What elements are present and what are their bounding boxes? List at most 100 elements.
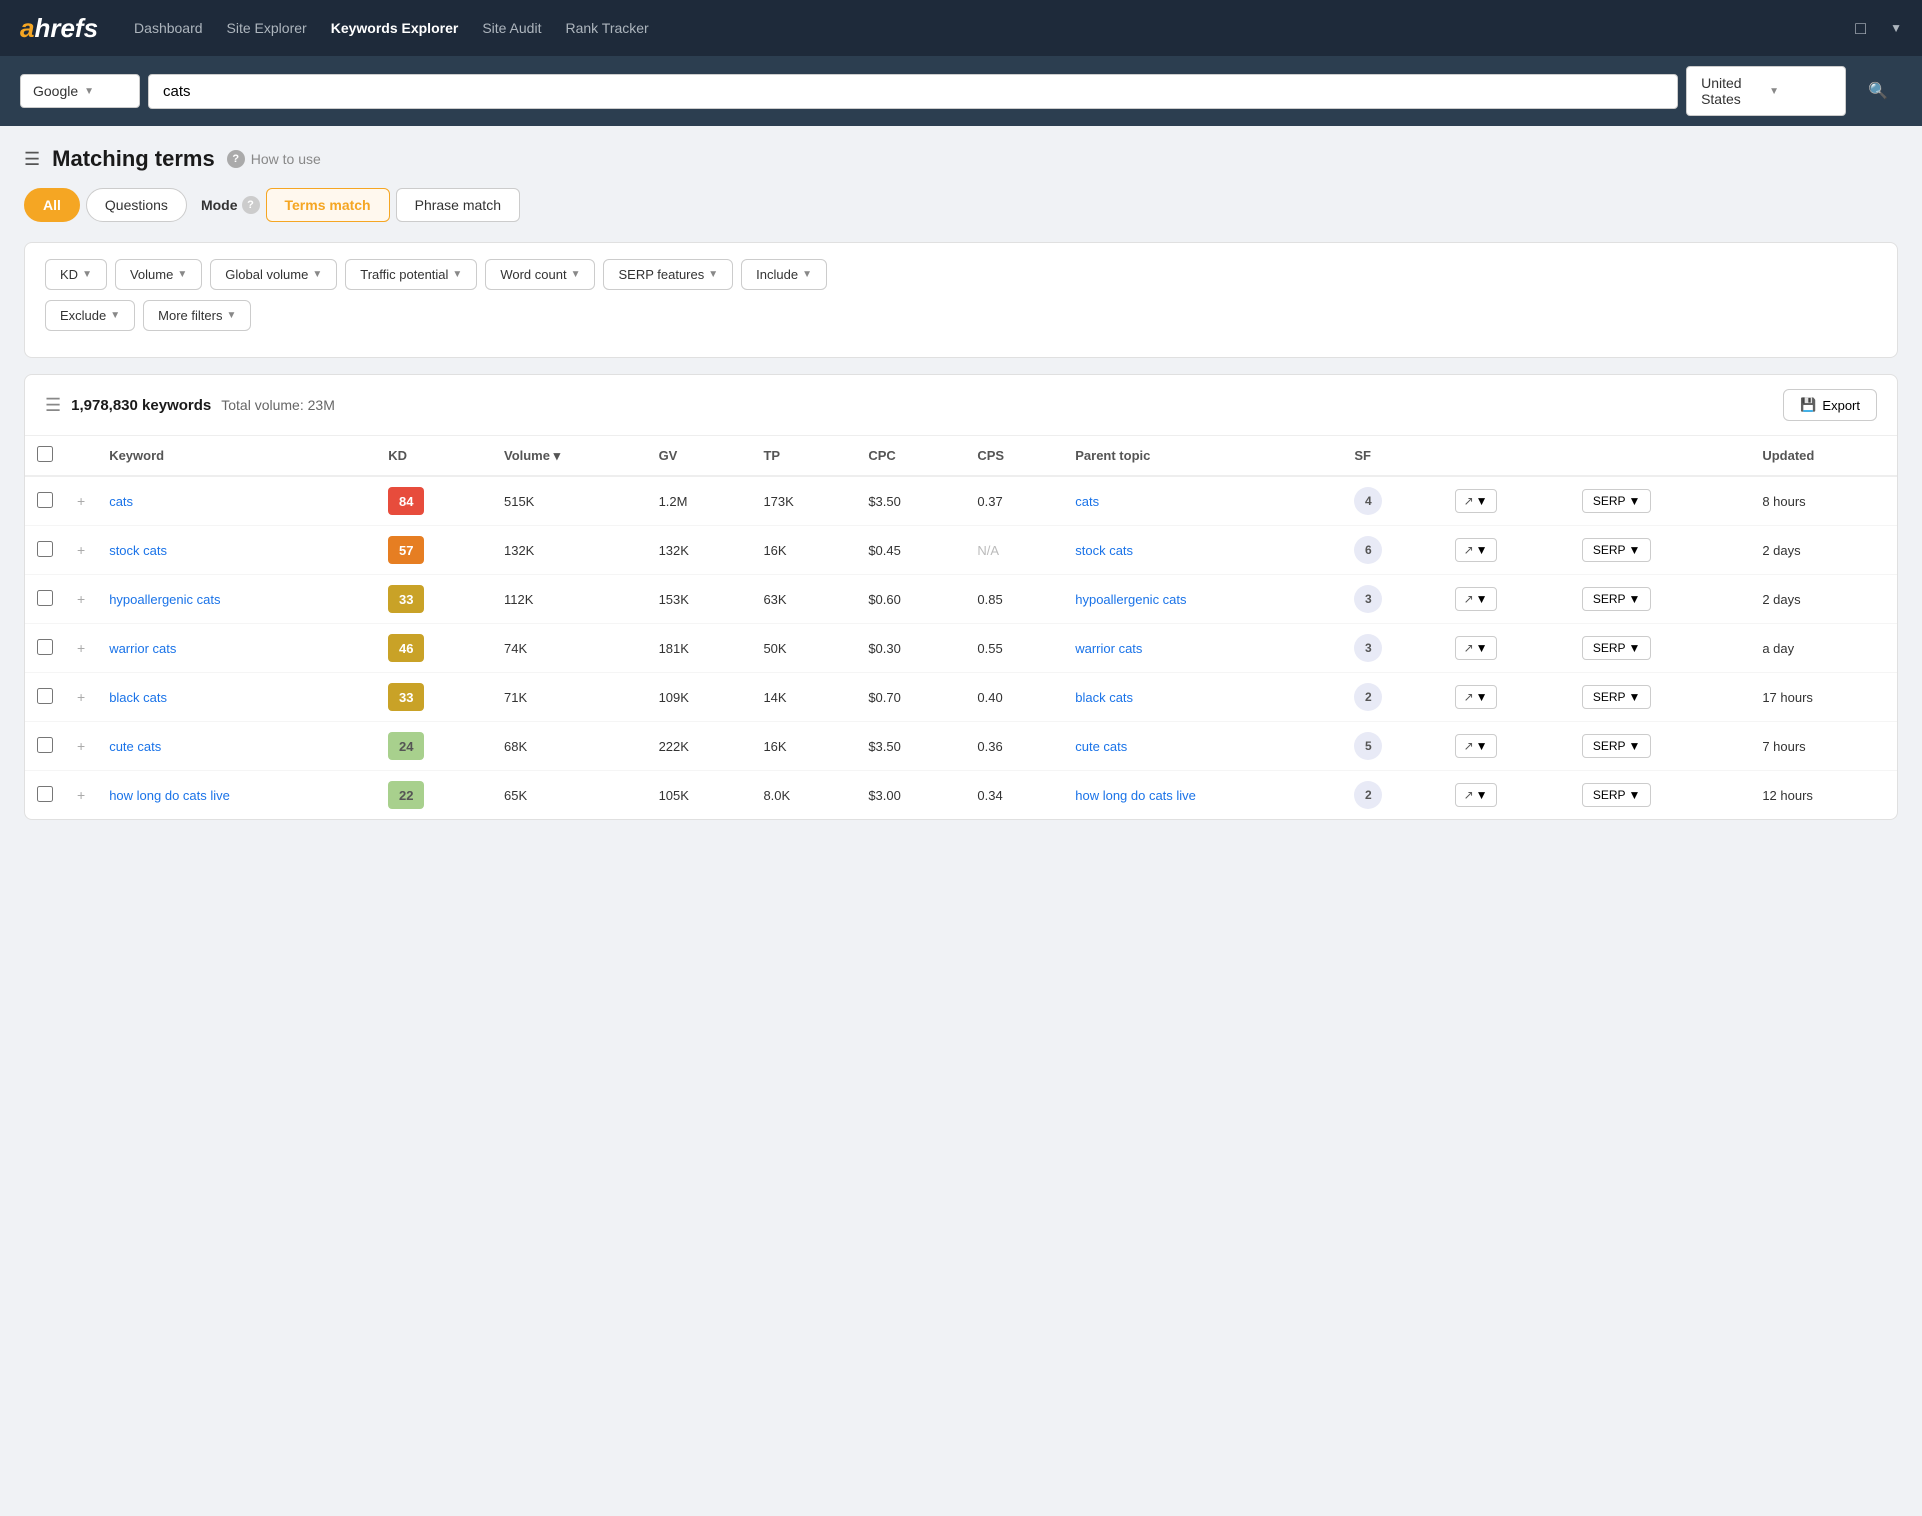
nav-rank-tracker[interactable]: Rank Tracker xyxy=(565,16,648,40)
parent-topic-link[interactable]: hypoallergenic cats xyxy=(1075,592,1186,607)
row-serp-cell[interactable]: SERP ▼ xyxy=(1570,476,1751,526)
row-serp-cell[interactable]: SERP ▼ xyxy=(1570,722,1751,771)
serp-button[interactable]: SERP ▼ xyxy=(1582,783,1652,807)
row-checkbox[interactable] xyxy=(37,541,53,557)
row-add-cell[interactable]: + xyxy=(65,673,97,722)
filter-exclude[interactable]: Exclude▼ xyxy=(45,300,135,331)
row-keyword[interactable]: how long do cats live xyxy=(97,771,376,820)
serp-button[interactable]: SERP ▼ xyxy=(1582,489,1652,513)
row-parent-topic[interactable]: warrior cats xyxy=(1063,624,1342,673)
trend-button[interactable]: ↗ ▼ xyxy=(1455,489,1497,513)
row-trend-cell[interactable]: ↗ ▼ xyxy=(1443,575,1570,624)
row-parent-topic[interactable]: black cats xyxy=(1063,673,1342,722)
parent-topic-link[interactable]: black cats xyxy=(1075,690,1133,705)
row-checkbox[interactable] xyxy=(37,639,53,655)
filter-traffic-potential[interactable]: Traffic potential▼ xyxy=(345,259,477,290)
logo[interactable]: ahrefs xyxy=(20,13,98,44)
keyword-link[interactable]: cute cats xyxy=(109,739,161,754)
row-parent-topic[interactable]: cats xyxy=(1063,476,1342,526)
row-checkbox[interactable] xyxy=(37,492,53,508)
row-checkbox-cell[interactable] xyxy=(25,673,65,722)
trend-button[interactable]: ↗ ▼ xyxy=(1455,734,1497,758)
row-checkbox[interactable] xyxy=(37,590,53,606)
filter-global-volume[interactable]: Global volume▼ xyxy=(210,259,337,290)
row-keyword[interactable]: hypoallergenic cats xyxy=(97,575,376,624)
row-keyword[interactable]: cats xyxy=(97,476,376,526)
row-trend-cell[interactable]: ↗ ▼ xyxy=(1443,722,1570,771)
filter-more-filters[interactable]: More filters▼ xyxy=(143,300,251,331)
keyword-link[interactable]: black cats xyxy=(109,690,167,705)
country-select[interactable]: United States ▼ xyxy=(1686,66,1846,116)
row-keyword[interactable]: warrior cats xyxy=(97,624,376,673)
serp-button[interactable]: SERP ▼ xyxy=(1582,685,1652,709)
keyword-link[interactable]: how long do cats live xyxy=(109,788,230,803)
table-menu-icon[interactable]: ☰ xyxy=(45,395,61,416)
engine-select[interactable]: Google ▼ xyxy=(20,74,140,108)
row-keyword[interactable]: stock cats xyxy=(97,526,376,575)
row-add-cell[interactable]: + xyxy=(65,722,97,771)
export-button[interactable]: 💾 Export xyxy=(1783,389,1877,421)
row-checkbox-cell[interactable] xyxy=(25,526,65,575)
row-parent-topic[interactable]: hypoallergenic cats xyxy=(1063,575,1342,624)
add-keyword-icon[interactable]: + xyxy=(77,542,85,558)
row-trend-cell[interactable]: ↗ ▼ xyxy=(1443,476,1570,526)
search-input[interactable] xyxy=(148,74,1678,109)
serp-button[interactable]: SERP ▼ xyxy=(1582,587,1652,611)
filter-kd[interactable]: KD▼ xyxy=(45,259,107,290)
row-checkbox[interactable] xyxy=(37,737,53,753)
parent-topic-link[interactable]: cats xyxy=(1075,494,1099,509)
select-all-header[interactable] xyxy=(25,436,65,476)
row-serp-cell[interactable]: SERP ▼ xyxy=(1570,624,1751,673)
row-trend-cell[interactable]: ↗ ▼ xyxy=(1443,526,1570,575)
keyword-link[interactable]: warrior cats xyxy=(109,641,176,656)
row-trend-cell[interactable]: ↗ ▼ xyxy=(1443,673,1570,722)
row-keyword[interactable]: black cats xyxy=(97,673,376,722)
serp-button[interactable]: SERP ▼ xyxy=(1582,538,1652,562)
col-volume[interactable]: Volume ▾ xyxy=(492,436,647,476)
row-checkbox-cell[interactable] xyxy=(25,771,65,820)
row-checkbox-cell[interactable] xyxy=(25,476,65,526)
filter-include[interactable]: Include▼ xyxy=(741,259,827,290)
row-add-cell[interactable]: + xyxy=(65,526,97,575)
row-add-cell[interactable]: + xyxy=(65,624,97,673)
filter-word-count[interactable]: Word count▼ xyxy=(485,259,595,290)
row-keyword[interactable]: cute cats xyxy=(97,722,376,771)
row-serp-cell[interactable]: SERP ▼ xyxy=(1570,526,1751,575)
add-keyword-icon[interactable]: + xyxy=(77,640,85,656)
row-parent-topic[interactable]: stock cats xyxy=(1063,526,1342,575)
row-checkbox-cell[interactable] xyxy=(25,722,65,771)
trend-button[interactable]: ↗ ▼ xyxy=(1455,783,1497,807)
row-add-cell[interactable]: + xyxy=(65,771,97,820)
filter-volume[interactable]: Volume▼ xyxy=(115,259,202,290)
add-keyword-icon[interactable]: + xyxy=(77,689,85,705)
add-keyword-icon[interactable]: + xyxy=(77,591,85,607)
row-checkbox[interactable] xyxy=(37,786,53,802)
row-trend-cell[interactable]: ↗ ▼ xyxy=(1443,771,1570,820)
parent-topic-link[interactable]: cute cats xyxy=(1075,739,1127,754)
chevron-down-icon[interactable]: ▼ xyxy=(1890,21,1902,35)
row-add-cell[interactable]: + xyxy=(65,575,97,624)
keyword-link[interactable]: cats xyxy=(109,494,133,509)
row-serp-cell[interactable]: SERP ▼ xyxy=(1570,575,1751,624)
trend-button[interactable]: ↗ ▼ xyxy=(1455,538,1497,562)
filter-serp-features[interactable]: SERP features▼ xyxy=(603,259,733,290)
nav-site-audit[interactable]: Site Audit xyxy=(482,16,541,40)
add-keyword-icon[interactable]: + xyxy=(77,738,85,754)
tab-questions[interactable]: Questions xyxy=(86,188,187,222)
nav-site-explorer[interactable]: Site Explorer xyxy=(227,16,307,40)
col-kd[interactable]: KD xyxy=(376,436,492,476)
add-keyword-icon[interactable]: + xyxy=(77,787,85,803)
trend-button[interactable]: ↗ ▼ xyxy=(1455,636,1497,660)
row-checkbox-cell[interactable] xyxy=(25,624,65,673)
serp-button[interactable]: SERP ▼ xyxy=(1582,636,1652,660)
serp-button[interactable]: SERP ▼ xyxy=(1582,734,1652,758)
tab-phrase-match[interactable]: Phrase match xyxy=(396,188,520,222)
how-to-use-link[interactable]: ? How to use xyxy=(227,150,321,168)
keyword-link[interactable]: stock cats xyxy=(109,543,167,558)
row-add-cell[interactable]: + xyxy=(65,476,97,526)
nav-keywords-explorer[interactable]: Keywords Explorer xyxy=(331,16,459,40)
row-trend-cell[interactable]: ↗ ▼ xyxy=(1443,624,1570,673)
search-button[interactable]: 🔍 xyxy=(1854,73,1902,109)
parent-topic-link[interactable]: how long do cats live xyxy=(1075,788,1196,803)
hamburger-icon[interactable]: ☰ xyxy=(24,149,40,170)
